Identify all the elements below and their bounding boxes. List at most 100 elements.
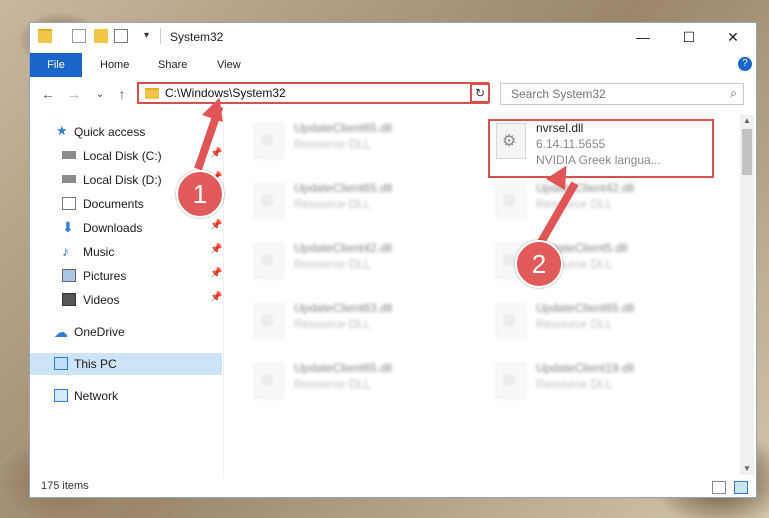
sidebar-item-music[interactable]: ♪ Music 📌 (30, 241, 222, 263)
file-name: UpdateClient65.dll (294, 121, 393, 135)
sidebar-item-downloads[interactable]: ⬇ Downloads 📌 (30, 217, 222, 239)
download-icon: ⬇ (62, 219, 74, 235)
recent-locations-icon[interactable]: ⌄ (90, 83, 110, 105)
file-type: Resource DLL (294, 257, 371, 271)
file-name: UpdateClient65.dll (294, 181, 393, 195)
forward-arrow-icon[interactable]: → (64, 83, 84, 105)
file-name: UpdateClient65.dll (536, 301, 635, 315)
gear-icon: ⚙ (260, 253, 275, 270)
pictures-icon (62, 269, 76, 282)
file-name: UpdateClient65.dll (294, 361, 393, 375)
file-name: UpdateClient19.dll (536, 361, 635, 375)
file-type: Resource DLL (536, 377, 613, 391)
scroll-up-icon[interactable]: ▲ (740, 115, 754, 127)
file-name: UpdateClient42.dll (294, 241, 393, 255)
network-icon (54, 389, 68, 402)
pc-icon (54, 357, 68, 370)
sidebar-item-label: Pictures (83, 269, 127, 283)
sidebar-item-label: Videos (83, 293, 120, 307)
file-type: Resource DLL (294, 197, 371, 211)
dll-file-icon: ⚙ (496, 363, 526, 399)
dll-file-icon: ⚙ (496, 183, 526, 219)
tab-file[interactable]: File (30, 53, 82, 77)
sidebar-item-label: Local Disk (C:) (83, 149, 162, 163)
star-icon: ★ (56, 123, 68, 138)
large-icons-view-icon[interactable] (734, 481, 748, 494)
file-item[interactable]: ⚙ UpdateClient19.dll Resource DLL (490, 355, 710, 411)
gear-icon: ⚙ (260, 193, 275, 210)
quick-access-dropdown-icon[interactable]: ▾ (144, 30, 149, 41)
title-divider (160, 28, 161, 44)
file-item[interactable]: ⚙ UpdateClient42.dll Resource DLL (490, 175, 710, 231)
status-bar: 175 items (30, 477, 756, 497)
file-item[interactable]: ⚙ UpdateClient65.dll Resource DLL (248, 355, 468, 411)
file-type: Resource DLL (536, 197, 613, 211)
sidebar-item-label: OneDrive (74, 325, 125, 339)
gear-icon: ⚙ (502, 193, 517, 210)
sidebar-item-label: Downloads (83, 221, 143, 235)
view-options-icon[interactable] (114, 29, 128, 43)
sidebar-item-label: Local Disk (D:) (83, 173, 162, 187)
minimize-button[interactable]: — (620, 23, 666, 51)
up-arrow-icon[interactable]: ↑ (112, 83, 132, 105)
file-item[interactable]: ⚙ UpdateClient65.dll Resource DLL (248, 115, 468, 171)
maximize-button[interactable]: ☐ (666, 23, 712, 51)
sidebar-item-local-disk-c[interactable]: Local Disk (C:) 📌 (30, 145, 222, 167)
file-name: UpdateClient63.dll (294, 301, 393, 315)
tab-home[interactable]: Home (100, 53, 129, 77)
properties-icon[interactable] (72, 29, 86, 43)
pin-icon: 📌 (210, 292, 223, 303)
search-icon[interactable]: ⌕ (730, 86, 737, 101)
sidebar-item-label: This PC (74, 357, 117, 371)
gear-icon: ⚙ (260, 373, 275, 390)
sidebar-item-onedrive[interactable]: ☁ OneDrive (30, 321, 222, 343)
dll-file-icon: ⚙ (254, 183, 284, 219)
documents-icon (62, 197, 76, 210)
file-type: Resource DLL (294, 377, 371, 391)
sidebar-item-label: Quick access (74, 125, 146, 139)
new-folder-icon[interactable] (94, 29, 108, 43)
file-item[interactable]: ⚙ UpdateClient63.dll Resource DLL (248, 295, 468, 351)
file-highlight-box (488, 119, 714, 178)
search-input[interactable] (509, 86, 713, 102)
sidebar-item-network[interactable]: Network (30, 385, 222, 407)
file-item[interactable]: ⚙ UpdateClient42.dll Resource DLL (248, 235, 468, 291)
file-item[interactable]: ⚙ UpdateClient65.dll Resource DLL (490, 295, 710, 351)
videos-icon (62, 293, 76, 306)
sidebar-item-label: Documents (83, 197, 144, 211)
callout-badge-1: 1 (176, 170, 224, 218)
pin-icon: 📌 (210, 220, 223, 231)
tab-share[interactable]: Share (158, 53, 187, 77)
folder-icon (145, 88, 159, 99)
sidebar-item-quick-access[interactable]: ★ Quick access (30, 121, 222, 143)
help-icon[interactable]: ? (738, 57, 752, 71)
file-type: Resource DLL (294, 137, 371, 151)
file-type: Resource DLL (294, 317, 371, 331)
scroll-down-icon[interactable]: ▼ (740, 463, 754, 475)
sidebar-item-videos[interactable]: Videos 📌 (30, 289, 222, 311)
callout-badge-2: 2 (515, 240, 563, 288)
file-item[interactable]: ⚙ UpdateClient65.dll Resource DLL (248, 175, 468, 231)
gear-icon: ⚙ (260, 133, 275, 150)
sidebar-item-pictures[interactable]: Pictures 📌 (30, 265, 222, 287)
search-box[interactable]: ⌕ (500, 83, 744, 105)
back-arrow-icon[interactable]: ← (38, 83, 58, 105)
pane-divider (223, 113, 224, 478)
pin-icon: 📌 (210, 148, 223, 159)
gear-icon: ⚙ (502, 373, 517, 390)
file-name: UpdateClient42.dll (536, 181, 635, 195)
gear-icon: ⚙ (260, 313, 275, 330)
scrollbar-thumb[interactable] (742, 129, 752, 175)
address-path: C:\Windows\System32 (165, 86, 286, 100)
file-type: Resource DLL (536, 317, 613, 331)
vertical-scrollbar[interactable]: ▲ ▼ (740, 115, 754, 475)
title-bar: ▾ System32 — ☐ ✕ (30, 23, 756, 51)
refresh-icon[interactable]: ↻ (470, 83, 490, 103)
sidebar-item-this-pc[interactable]: This PC (30, 353, 222, 375)
details-view-icon[interactable] (712, 481, 726, 494)
dll-file-icon: ⚙ (254, 363, 284, 399)
cloud-icon: ☁ (54, 324, 68, 340)
tab-view[interactable]: View (217, 53, 241, 77)
close-button[interactable]: ✕ (710, 23, 756, 51)
address-bar[interactable]: C:\Windows\System32 ⌄ (137, 82, 489, 104)
